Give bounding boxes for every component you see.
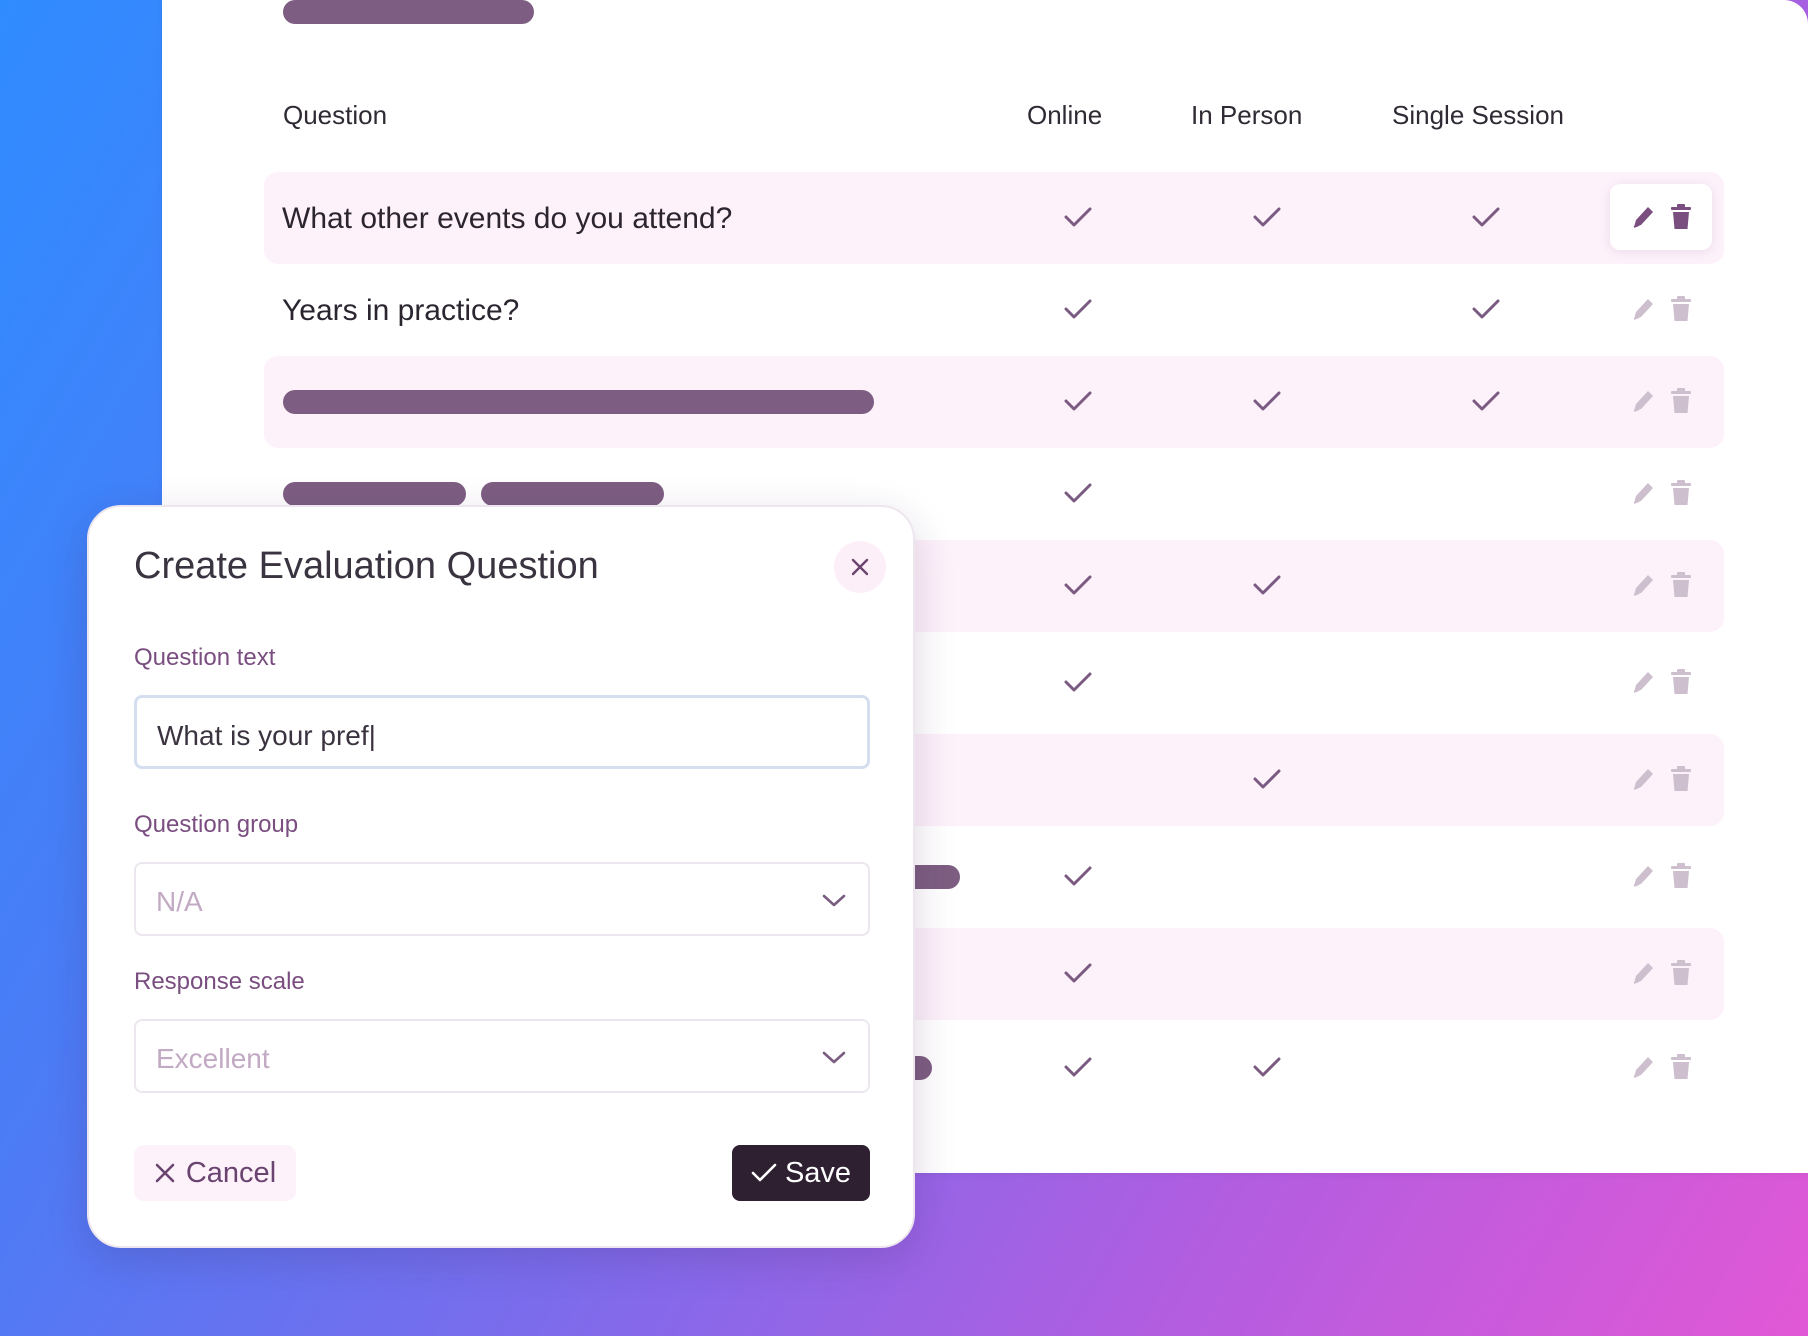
pencil-icon[interactable] bbox=[1630, 387, 1656, 415]
row-actions bbox=[1610, 184, 1712, 250]
row-actions bbox=[1610, 460, 1712, 526]
chevron-down-icon bbox=[822, 1051, 846, 1064]
trash-icon[interactable] bbox=[1668, 571, 1694, 599]
check-icon bbox=[1252, 1055, 1282, 1079]
check-icon bbox=[1471, 297, 1501, 321]
dialog-title: Create Evaluation Question bbox=[134, 545, 599, 587]
question-text-placeholder bbox=[283, 390, 874, 414]
response-scale-select[interactable]: Excellent bbox=[134, 1019, 870, 1093]
trash-icon[interactable] bbox=[1668, 862, 1694, 890]
save-button[interactable]: Save bbox=[732, 1145, 870, 1201]
check-icon bbox=[1063, 481, 1093, 505]
question-group-value: N/A bbox=[156, 886, 203, 917]
check-icon bbox=[1063, 573, 1093, 597]
pencil-icon[interactable] bbox=[1630, 571, 1656, 599]
check-icon bbox=[1063, 297, 1093, 321]
check-icon bbox=[1063, 961, 1093, 985]
check-icon bbox=[1252, 205, 1282, 229]
check-icon bbox=[1471, 389, 1501, 413]
column-header-in-person: In Person bbox=[1191, 100, 1303, 130]
row-actions bbox=[1610, 368, 1712, 434]
trash-icon[interactable] bbox=[1668, 479, 1694, 507]
pencil-icon[interactable] bbox=[1630, 203, 1656, 231]
question-text: What other events do you attend? bbox=[282, 202, 733, 235]
row-actions bbox=[1610, 746, 1712, 812]
question-text-label: Question text bbox=[134, 644, 276, 671]
app-canvas: Question Online In Person Single Session… bbox=[0, 0, 1808, 1336]
pencil-icon[interactable] bbox=[1630, 765, 1656, 793]
close-icon bbox=[155, 1163, 175, 1183]
trash-icon[interactable] bbox=[1668, 387, 1694, 415]
trash-icon[interactable] bbox=[1668, 1053, 1694, 1081]
row-actions bbox=[1610, 276, 1712, 342]
pencil-icon[interactable] bbox=[1630, 959, 1656, 987]
row-actions bbox=[1610, 552, 1712, 618]
row-actions bbox=[1610, 843, 1712, 909]
trash-icon[interactable] bbox=[1668, 765, 1694, 793]
pencil-icon[interactable] bbox=[1630, 668, 1656, 696]
save-label: Save bbox=[784, 1156, 852, 1189]
check-icon bbox=[1063, 389, 1093, 413]
row-actions bbox=[1610, 649, 1712, 715]
check-icon bbox=[1252, 389, 1282, 413]
check-icon bbox=[1252, 767, 1282, 791]
question-text-placeholder bbox=[283, 482, 466, 506]
row-actions bbox=[1610, 1034, 1712, 1100]
question-text-value: What is your pref| bbox=[157, 720, 376, 751]
question-text: Years in practice? bbox=[282, 294, 520, 327]
check-icon bbox=[1063, 864, 1093, 888]
check-icon bbox=[751, 1163, 777, 1182]
cancel-button[interactable]: Cancel bbox=[134, 1145, 296, 1201]
check-icon bbox=[1471, 205, 1501, 229]
question-group-label: Question group bbox=[134, 811, 299, 838]
pencil-icon[interactable] bbox=[1630, 295, 1656, 323]
check-icon bbox=[1252, 573, 1282, 597]
chevron-down-icon bbox=[822, 894, 846, 907]
trash-icon[interactable] bbox=[1668, 295, 1694, 323]
close-icon bbox=[851, 558, 869, 576]
row-actions bbox=[1610, 940, 1712, 1006]
question-group-select[interactable]: N/A bbox=[134, 862, 870, 936]
close-dialog-button[interactable] bbox=[834, 541, 886, 593]
question-text-placeholder bbox=[481, 482, 664, 506]
check-icon bbox=[1063, 205, 1093, 229]
cancel-label: Cancel bbox=[185, 1156, 277, 1189]
pencil-icon[interactable] bbox=[1630, 862, 1656, 890]
question-text-input[interactable]: What is your pref| bbox=[134, 695, 870, 769]
column-header-online: Online bbox=[1027, 100, 1103, 130]
pencil-icon[interactable] bbox=[1630, 1053, 1656, 1081]
response-scale-label: Response scale bbox=[134, 968, 305, 995]
create-question-dialog: Create Evaluation Question Question text… bbox=[87, 505, 915, 1248]
check-icon bbox=[1063, 670, 1093, 694]
title-placeholder-bar bbox=[283, 0, 534, 24]
trash-icon[interactable] bbox=[1668, 203, 1694, 231]
pencil-icon[interactable] bbox=[1630, 479, 1656, 507]
column-header-single-session: Single Session bbox=[1392, 100, 1564, 130]
response-scale-value: Excellent bbox=[156, 1043, 270, 1074]
table-row[interactable]: What other events do you attend? bbox=[264, 172, 1724, 264]
trash-icon[interactable] bbox=[1668, 959, 1694, 987]
check-icon bbox=[1063, 1055, 1093, 1079]
column-header-question: Question bbox=[283, 100, 388, 130]
trash-icon[interactable] bbox=[1668, 668, 1694, 696]
table-row[interactable]: Years in practice? bbox=[264, 264, 1724, 356]
